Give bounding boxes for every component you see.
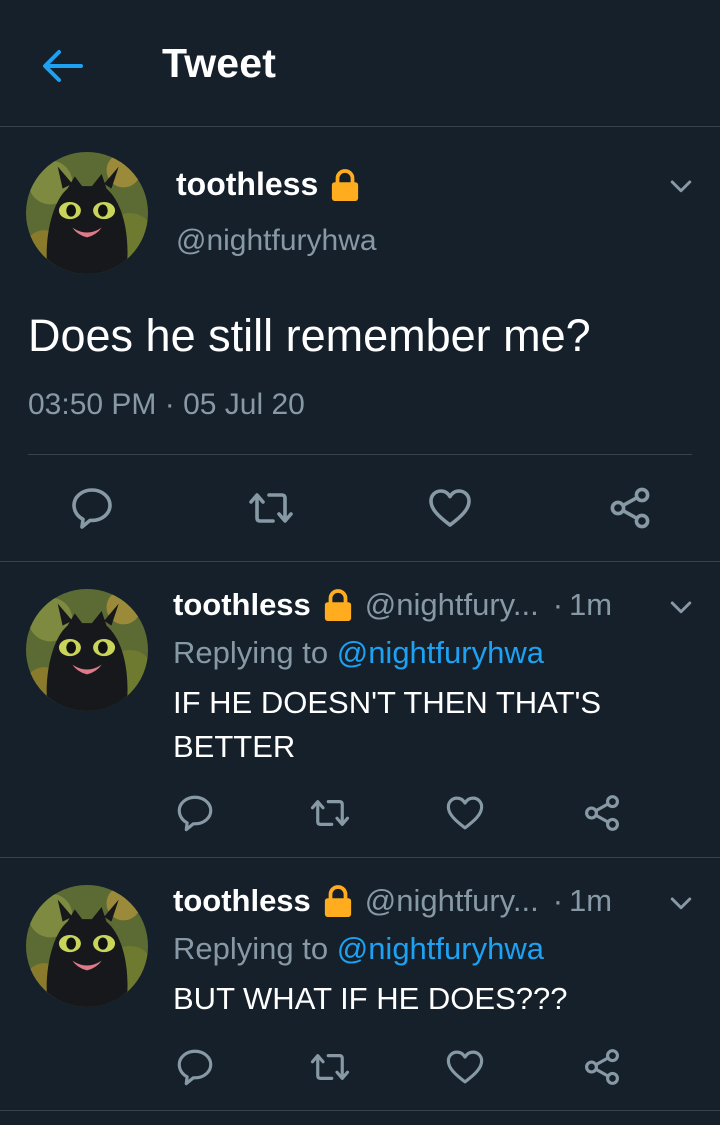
handle[interactable]: @nightfury... <box>365 883 539 919</box>
action-bar <box>0 788 720 838</box>
back-button[interactable] <box>36 40 88 92</box>
lock-icon <box>323 588 353 622</box>
display-name[interactable]: toothless <box>176 166 318 203</box>
replying-to: Replying to @nightfuryhwa <box>173 931 544 967</box>
tweet-timestamp: 03:50 PM · 05 Jul 20 <box>28 388 305 421</box>
tweet-text: BUT WHAT IF HE DOES??? <box>173 981 568 1016</box>
avatar[interactable] <box>26 885 148 1007</box>
replying-to: Replying to @nightfuryhwa <box>173 635 544 671</box>
mention-link[interactable]: @nightfuryhwa <box>337 931 544 966</box>
heart-icon[interactable] <box>440 1042 490 1092</box>
lock-icon <box>330 168 360 202</box>
tweet-text: Does he still remember me? <box>28 310 591 361</box>
replying-prefix: Replying to <box>173 635 337 670</box>
tweet-text: IF HE DOESN'T THEN THAT'S BETTER <box>173 685 602 764</box>
arrow-left-icon <box>43 50 83 82</box>
reply-tweet[interactable]: toothless @nightfury... · 1m Replying to… <box>0 859 720 1111</box>
chevron-down-icon[interactable] <box>664 172 698 202</box>
handle[interactable]: @nightfuryhwa <box>176 224 377 258</box>
reply-time: 1m <box>569 883 613 918</box>
separator: · <box>552 587 564 622</box>
action-bar <box>0 1042 720 1092</box>
reply-header: toothless @nightfury... · 1m <box>173 883 612 919</box>
heart-icon[interactable] <box>422 480 478 536</box>
reply-header: toothless @nightfury... · 1m <box>173 587 612 623</box>
reply-icon[interactable] <box>64 480 120 536</box>
retweet-icon[interactable] <box>305 1042 355 1092</box>
share-icon[interactable] <box>602 480 658 536</box>
chevron-down-icon[interactable] <box>664 889 698 919</box>
page-title: Tweet <box>162 40 277 86</box>
display-name[interactable]: toothless <box>173 883 311 919</box>
reply-icon[interactable] <box>170 1042 220 1092</box>
avatar[interactable] <box>26 152 148 274</box>
display-name[interactable]: toothless <box>173 587 311 623</box>
replying-prefix: Replying to <box>173 931 337 966</box>
top-bar: Tweet <box>0 0 720 127</box>
handle[interactable]: @nightfury... <box>365 587 539 623</box>
lock-icon <box>323 884 353 918</box>
reply-time: 1m <box>569 587 613 622</box>
divider <box>28 454 692 455</box>
retweet-icon[interactable] <box>305 788 355 838</box>
main-tweet: toothless @nightfuryhwa Does he still re… <box>0 128 720 562</box>
action-bar <box>0 480 720 536</box>
reply-tweet[interactable]: toothless @nightfury... · 1m Replying to… <box>0 563 720 858</box>
reply-icon[interactable] <box>170 788 220 838</box>
avatar[interactable] <box>26 589 148 711</box>
retweet-icon[interactable] <box>243 480 299 536</box>
separator: · <box>552 883 564 918</box>
author-name-row: toothless <box>176 166 360 203</box>
share-icon[interactable] <box>577 788 627 838</box>
share-icon[interactable] <box>577 1042 627 1092</box>
heart-icon[interactable] <box>440 788 490 838</box>
mention-link[interactable]: @nightfuryhwa <box>337 635 544 670</box>
chevron-down-icon[interactable] <box>664 593 698 623</box>
